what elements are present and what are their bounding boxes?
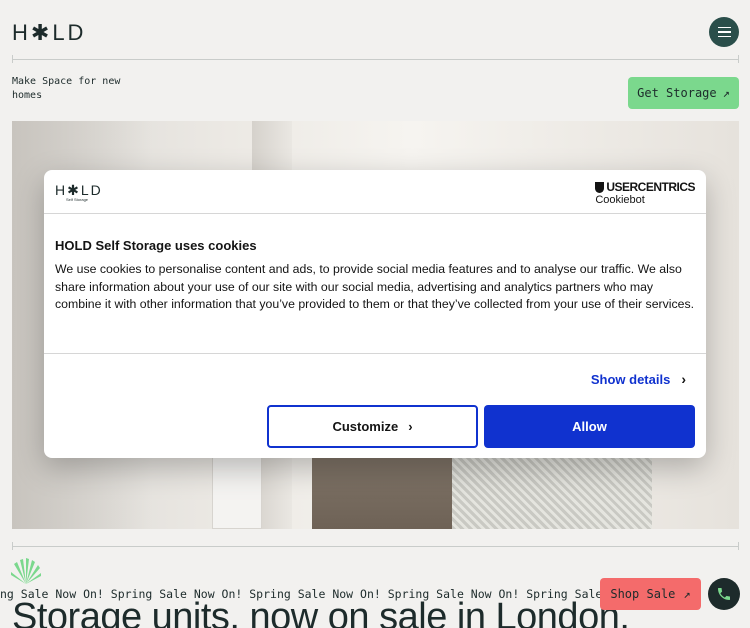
dialog-body: HOLD Self Storage uses cookies We use co… — [44, 214, 706, 354]
dialog-footer: Show details › Customize › Allow — [44, 354, 706, 458]
chevron-right-icon: › — [681, 371, 686, 387]
chevron-right-icon: › — [408, 419, 413, 434]
shield-icon — [595, 181, 605, 193]
dialog-header: H✱LD Self Storage USERCENTRICS Cookiebot — [44, 170, 706, 214]
cookiebot-logo[interactable]: USERCENTRICS Cookiebot — [595, 180, 695, 206]
phone-button[interactable] — [708, 578, 740, 610]
cookie-consent-dialog: H✱LD Self Storage USERCENTRICS Cookiebot… — [44, 170, 706, 458]
phone-icon — [718, 588, 730, 600]
dialog-logo-subtitle: Self Storage — [66, 197, 89, 202]
allow-button[interactable]: Allow — [484, 405, 695, 448]
dialog-title: HOLD Self Storage uses cookies — [55, 238, 257, 253]
arrow-up-right-icon: ↗ — [683, 587, 691, 601]
dialog-text: We use cookies to personalise content an… — [55, 262, 695, 312]
customize-button[interactable]: Customize › — [267, 405, 478, 448]
shop-sale-button[interactable]: Shop Sale ↗ — [600, 578, 701, 610]
show-details-link[interactable]: Show details › — [591, 371, 686, 387]
